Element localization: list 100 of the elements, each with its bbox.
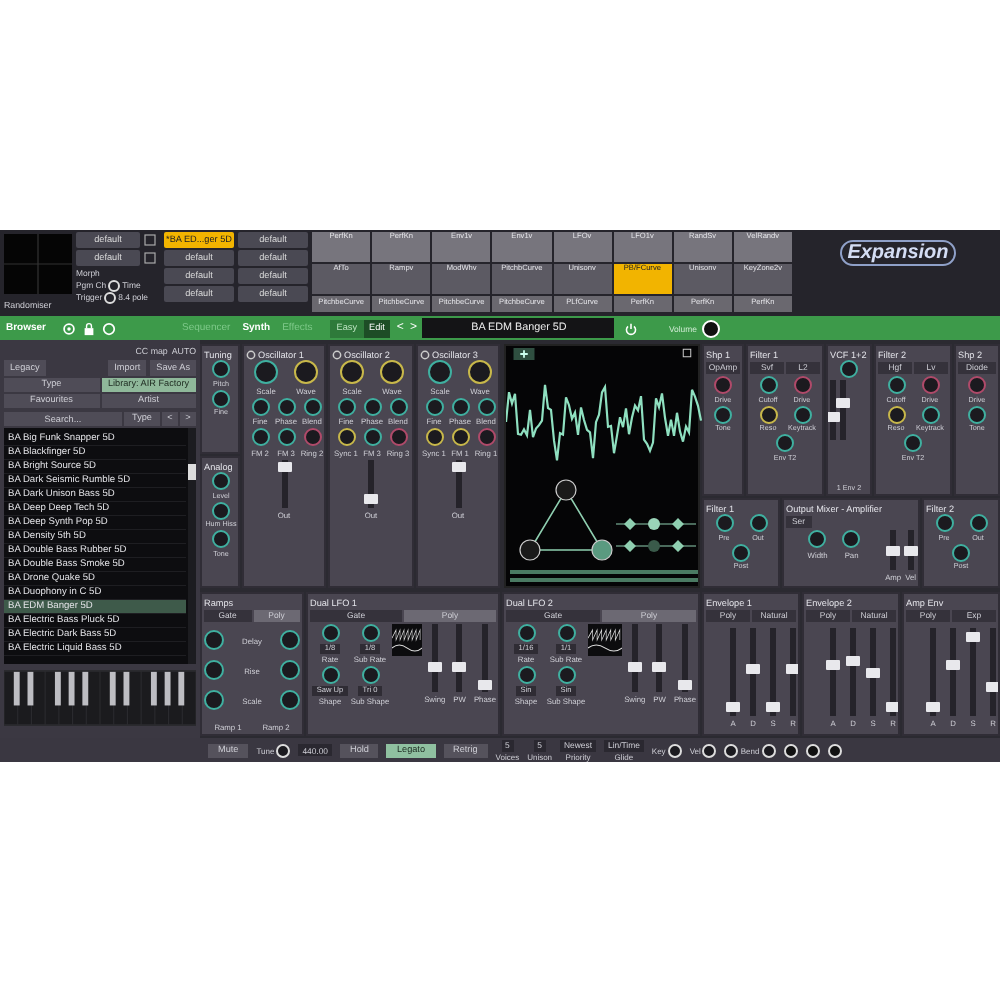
knob[interactable]	[363, 397, 381, 415]
knob[interactable]	[279, 660, 300, 680]
knob[interactable]	[557, 666, 575, 684]
knob[interactable]	[212, 472, 230, 490]
slider-handle[interactable]	[726, 702, 740, 713]
knob[interactable]	[840, 360, 858, 378]
knob[interactable]	[277, 428, 295, 446]
knob[interactable]	[477, 397, 495, 415]
knob[interactable]	[279, 630, 300, 650]
slider-handle[interactable]	[903, 545, 918, 555]
knob[interactable]	[759, 376, 777, 394]
knob[interactable]	[279, 690, 300, 710]
knob[interactable]	[952, 543, 970, 561]
knob[interactable]	[425, 428, 443, 446]
knob[interactable]	[212, 389, 230, 407]
slider-handle[interactable]	[766, 702, 780, 713]
slider-handle[interactable]	[886, 545, 901, 555]
knob[interactable]	[254, 360, 278, 384]
knob[interactable]	[428, 360, 452, 384]
slider-handle[interactable]	[886, 702, 898, 713]
radio-button[interactable]	[108, 279, 121, 291]
knob[interactable]	[212, 360, 230, 378]
logo: Expansion	[839, 240, 957, 266]
slider-handle[interactable]	[277, 462, 291, 473]
slider-handle[interactable]	[926, 702, 940, 713]
knob[interactable]	[715, 514, 733, 532]
knob[interactable]	[776, 434, 794, 452]
knob[interactable]	[363, 428, 381, 446]
slider-handle[interactable]	[477, 679, 492, 690]
knob[interactable]	[361, 624, 379, 642]
knob[interactable]	[204, 630, 224, 650]
knob[interactable]	[251, 397, 269, 415]
waveform-drawing	[392, 624, 423, 656]
slider-handle[interactable]	[946, 659, 960, 670]
knob[interactable]	[887, 376, 905, 394]
knob[interactable]	[212, 530, 230, 548]
save-icon[interactable]	[682, 348, 692, 358]
knob[interactable]	[251, 428, 269, 446]
knob[interactable]	[380, 360, 404, 384]
knob[interactable]	[968, 405, 986, 423]
slider-handle[interactable]	[786, 663, 798, 674]
knob[interactable]	[321, 624, 339, 642]
knob[interactable]	[451, 397, 469, 415]
knob[interactable]	[204, 660, 224, 680]
knob[interactable]	[517, 666, 535, 684]
settings-icon[interactable]	[246, 349, 256, 359]
slider-handle[interactable]	[966, 631, 980, 642]
scrollbar[interactable]	[188, 428, 196, 664]
knob[interactable]	[451, 428, 469, 446]
keyboard-drawing[interactable]	[4, 670, 196, 726]
circle-icon[interactable]	[102, 321, 116, 335]
slider-handle[interactable]	[746, 663, 760, 674]
knob[interactable]	[935, 514, 953, 532]
knob[interactable]	[361, 666, 379, 684]
slider-handle[interactable]	[836, 397, 850, 408]
slider-handle[interactable]	[627, 661, 642, 672]
knob[interactable]	[389, 397, 407, 415]
waveform-drawing	[588, 624, 623, 656]
knob[interactable]	[212, 501, 230, 519]
knob[interactable]	[517, 624, 535, 642]
knob[interactable]	[714, 405, 732, 423]
knob[interactable]	[732, 543, 750, 561]
volume-knob[interactable]	[702, 319, 721, 337]
knob[interactable]	[749, 514, 767, 532]
knob[interactable]	[904, 434, 922, 452]
knob[interactable]	[468, 360, 492, 384]
settings-icon[interactable]	[332, 349, 342, 359]
knob[interactable]	[759, 405, 777, 423]
slider-handle[interactable]	[828, 412, 840, 423]
knob[interactable]	[425, 397, 443, 415]
slider-handle[interactable]	[846, 655, 860, 666]
knob[interactable]	[337, 428, 355, 446]
knob[interactable]	[969, 514, 987, 532]
lock-icon[interactable]	[82, 321, 96, 335]
slider-handle[interactable]	[451, 462, 465, 473]
slider-handle[interactable]	[452, 661, 467, 672]
knob[interactable]	[808, 530, 827, 548]
knob[interactable]	[321, 666, 339, 684]
knob[interactable]	[204, 690, 224, 710]
knob[interactable]	[277, 397, 295, 415]
knob[interactable]	[557, 624, 575, 642]
slider-handle[interactable]	[427, 661, 442, 672]
slider-handle[interactable]	[986, 682, 998, 693]
knob[interactable]	[303, 397, 321, 415]
power-icon[interactable]	[624, 321, 639, 335]
slider-handle[interactable]	[866, 667, 880, 677]
slider-handle[interactable]	[652, 661, 667, 672]
settings-icon[interactable]	[420, 349, 430, 359]
slider-handle[interactable]	[677, 679, 692, 690]
knob[interactable]	[294, 360, 318, 384]
slider-handle[interactable]	[826, 659, 840, 670]
slider-handle[interactable]	[364, 493, 378, 504]
knob[interactable]	[340, 360, 364, 384]
knob[interactable]	[337, 397, 355, 415]
add-icon[interactable]	[512, 348, 536, 360]
knob[interactable]	[842, 530, 861, 548]
knob[interactable]	[793, 405, 811, 423]
knob[interactable]	[887, 405, 905, 423]
knob[interactable]	[921, 405, 939, 423]
radio-button[interactable]	[104, 291, 117, 303]
